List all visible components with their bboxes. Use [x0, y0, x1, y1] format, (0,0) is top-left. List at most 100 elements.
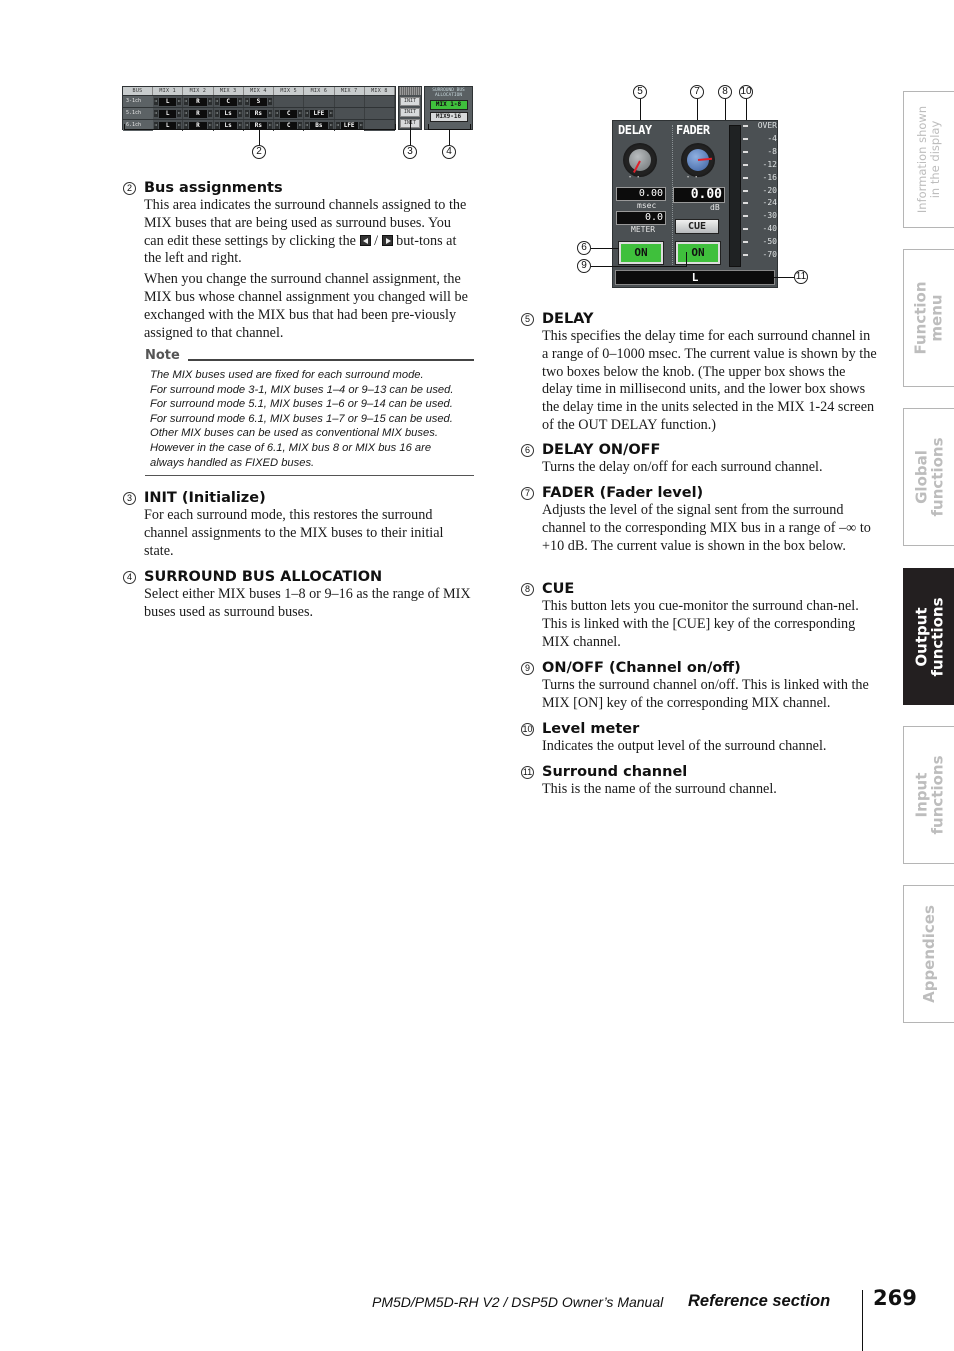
section-body: This button lets you cue-monitor the sur… [542, 598, 859, 650]
init-header-strip [399, 87, 421, 95]
arrow-left-icon[interactable] [244, 98, 249, 105]
leader-line [449, 130, 450, 146]
bus-cell: R [183, 96, 214, 107]
note-rule [187, 359, 474, 361]
side-tab[interactable]: Global functions [903, 408, 954, 546]
note-line: The MIX buses used are fixed for each su… [150, 369, 424, 381]
channel-assignment: L [159, 97, 177, 106]
arrow-right-icon[interactable] [268, 110, 272, 117]
init-button-3-1[interactable]: INIT [400, 97, 420, 106]
side-tab[interactable]: Function menu [903, 249, 954, 387]
channel-assignment: Ls [219, 109, 237, 118]
heading-text: DELAY [542, 311, 594, 327]
arrow-right-icon[interactable] [177, 98, 182, 105]
arrow-left-icon[interactable] [214, 110, 219, 117]
note-box: Note The MIX buses used are fixed for ea… [145, 348, 474, 477]
side-tab-label-line: in the display [928, 120, 943, 199]
bus-cell: L [153, 108, 184, 119]
note-line: For surround mode 6.1, MIX buses 1–7 or … [150, 412, 453, 425]
section-body: Turns the surround channel on/off. This … [542, 677, 869, 711]
side-tab-label: Output functions [912, 597, 946, 676]
side-tab-label-line: Output [912, 606, 930, 667]
section-allocation: 4 SURROUND BUS ALLOCATION Select either … [123, 568, 474, 622]
bus-cell [334, 96, 365, 107]
bus-cell [334, 108, 365, 119]
delay-on-button[interactable]: ON [618, 241, 664, 265]
arrow-right-icon[interactable] [298, 110, 303, 117]
side-tab-label: Global functions [912, 438, 946, 517]
callout-9: 9 [577, 259, 591, 273]
section-body: Indicates the output level of the surrou… [542, 738, 827, 754]
bus-cell: LFE [304, 108, 335, 119]
cue-button[interactable]: CUE [675, 219, 719, 234]
header-mix-7: MIX 7 [335, 87, 365, 95]
section-item: 8 CUE This button lets you cue-monitor the… [521, 580, 877, 651]
header-mix-4: MIX 4 [244, 87, 274, 95]
fader-knob[interactable] [681, 143, 715, 177]
right-arrow-button-icon [381, 234, 393, 246]
fader-knob-dots: •• [687, 175, 704, 181]
section-heading: 8 CUE [521, 580, 877, 598]
bus-table-header: BUS MIX 1 MIX 2 MIX 3 MIX 4 MIX 5 MIX 6 … [123, 87, 395, 95]
bus-cell: Rs [244, 108, 274, 119]
side-tab[interactable]: Output functions [903, 568, 954, 705]
meter-tick-label: -4 [743, 134, 777, 144]
arrow-right-icon[interactable] [237, 98, 242, 105]
arrow-right-icon[interactable] [207, 98, 212, 105]
header-mix-6: MIX 6 [304, 87, 335, 95]
meter-tick-label: -12 [743, 160, 777, 170]
allocation-title: SURROUND BUS ALLOCATION [432, 88, 465, 98]
arrow-right-icon[interactable] [268, 98, 272, 105]
section-init: 3 INIT (Initialize) For each surround mo… [123, 489, 474, 560]
bus-cell [364, 108, 395, 119]
arrow-left-icon[interactable] [214, 98, 219, 105]
header-mix-1: MIX 1 [153, 87, 184, 95]
heading-text: Bus assignments [144, 180, 283, 196]
callout-7: 7 [690, 85, 704, 99]
arrow-left-icon[interactable] [154, 98, 158, 105]
delay-knob[interactable] [623, 143, 657, 177]
channel-assignment: C [219, 97, 237, 106]
item-number: 3 [123, 491, 136, 505]
section-item: 10 Level meter Indicates the output level … [521, 720, 877, 756]
arrow-left-icon[interactable] [184, 110, 189, 117]
side-tab[interactable]: Information shown in the display [903, 91, 954, 228]
arrow-right-icon[interactable] [328, 110, 333, 117]
heading-text: ON/OFF (Channel on/off) [542, 660, 741, 676]
arrow-right-icon[interactable] [207, 110, 212, 117]
item-number: 4 [123, 570, 136, 584]
item-number: 6 [521, 443, 534, 457]
delay-knob-cap [629, 149, 651, 171]
delay-knob-dots: •• [629, 175, 646, 181]
section-heading: 9 ON/OFF (Channel on/off) [521, 659, 877, 677]
section-heading: 5 DELAY [521, 310, 877, 328]
side-tab[interactable]: Appendices [903, 885, 954, 1023]
meter-tick-label: OVER [743, 121, 777, 131]
side-tab[interactable]: Input functions [903, 726, 954, 864]
header-mix-5: MIX 5 [274, 87, 305, 95]
arrow-left-icon[interactable] [275, 110, 279, 117]
arrow-left-icon[interactable] [154, 110, 158, 117]
arrow-left-icon[interactable] [244, 110, 249, 117]
callout-5: 5 [633, 85, 647, 99]
arrow-left-icon[interactable] [184, 98, 189, 105]
meter-tick-label: -16 [743, 173, 777, 183]
allocation-mix-1-8-button[interactable]: MIX 1-8 [429, 100, 468, 110]
section-heading: 3 INIT (Initialize) [123, 489, 474, 507]
arrow-left-icon[interactable] [305, 110, 310, 117]
callout-10: 10 [739, 85, 753, 99]
heading-text: INIT (Initialize) [144, 490, 266, 506]
side-tab-label-line: Global [912, 450, 930, 504]
arrow-right-icon[interactable] [177, 110, 182, 117]
footer-divider [862, 1290, 863, 1351]
section-body: Adjusts the level of the signal sent fro… [542, 502, 871, 554]
section-item: 9 ON/OFF (Channel on/off) Turns the surrou… [521, 659, 877, 713]
init-button-5-1[interactable]: INIT [400, 108, 420, 117]
allocation-mix-9-16-button[interactable]: MIX9-16 [429, 112, 468, 122]
arrow-right-icon[interactable] [237, 110, 242, 117]
section-body: This area indicates the surround channel… [144, 197, 474, 342]
channel-on-button[interactable]: ON [675, 241, 721, 265]
bus-cell: Ls [214, 108, 244, 119]
item-number: 11 [521, 765, 534, 779]
note-line: However in the case of 6.1, MIX bus 8 or… [150, 441, 432, 454]
